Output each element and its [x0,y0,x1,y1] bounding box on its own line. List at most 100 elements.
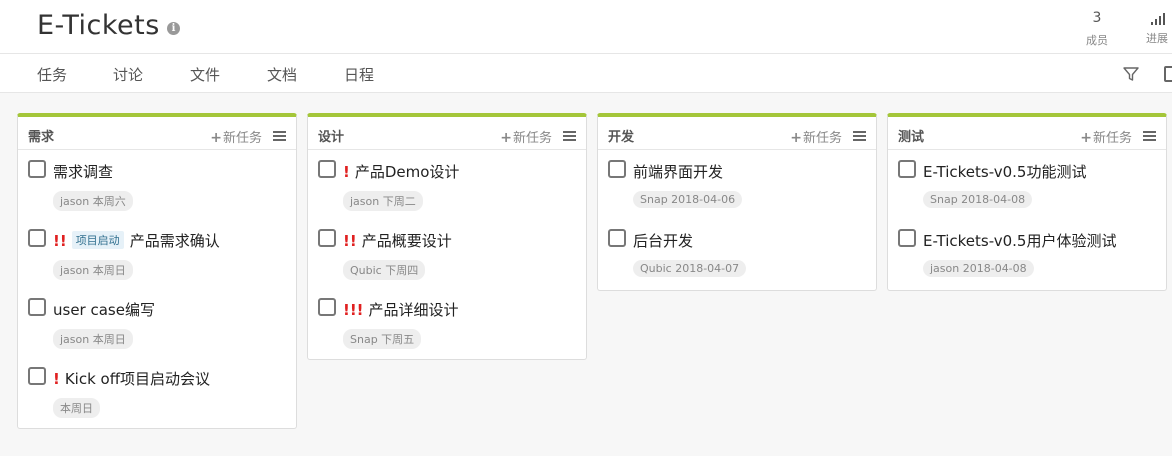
column-footer-spacer [598,288,876,290]
task-card[interactable]: E-Tickets-v0.5功能测试 Snap 2018-04-08 [888,150,1166,219]
project-title: E-Tickets [37,10,160,41]
priority-marker: !! [53,232,67,250]
plus-icon: + [500,130,512,146]
task-title-line[interactable]: !! 产品概要设计 [343,230,452,251]
task-meta: jason 2018-04-08 [923,260,1034,277]
column-menu-icon[interactable] [853,131,866,141]
task-checkbox[interactable] [28,298,46,316]
new-task-button[interactable]: +新任务 [790,127,842,146]
task-card[interactable]: !!! 产品详细设计 Snap 下周五 [308,288,586,357]
column-header: 测试 +新任务 [888,117,1166,150]
priority-marker: ! [53,370,60,388]
task-checkbox[interactable] [318,298,336,316]
column-title: 开发 [608,130,635,145]
task-card[interactable]: !! 产品概要设计 Qubic 下周四 [308,219,586,288]
task-title-line[interactable]: ! 产品Demo设计 [343,161,459,182]
new-task-label: 新任务 [222,131,262,146]
column-footer-spacer [18,426,296,428]
tab-tasks[interactable]: 任务 [37,64,67,85]
task-card[interactable]: 后台开发 Qubic 2018-04-07 [598,219,876,288]
task-checkbox[interactable] [318,160,336,178]
column-header: 需求 +新任务 [18,117,296,150]
plus-icon: + [790,130,802,146]
tab-documents[interactable]: 文档 [267,64,297,85]
members-count: 3 [1092,10,1102,26]
new-task-button[interactable]: +新任务 [1080,127,1132,146]
task-title-line[interactable]: E-Tickets-v0.5用户体验测试 [923,230,1116,251]
task-title: 产品概要设计 [361,232,452,250]
task-card[interactable]: !! 项目启动 产品需求确认 jason 本周日 [18,219,296,288]
task-card[interactable]: ! 产品Demo设计 jason 下周二 [308,150,586,219]
task-title-line[interactable]: ! Kick off项目启动会议 [53,368,210,389]
column-menu-icon[interactable] [273,131,286,141]
plus-icon: + [1080,130,1092,146]
task-checkbox[interactable] [28,229,46,247]
column-title: 设计 [318,130,345,145]
task-title: 前端界面开发 [633,163,724,181]
task-title-line[interactable]: E-Tickets-v0.5功能测试 [923,161,1086,182]
task-tag[interactable]: 项目启动 [71,231,124,249]
task-title: 后台开发 [633,232,694,250]
task-card[interactable]: 前端界面开发 Snap 2018-04-06 [598,150,876,219]
column-menu-icon[interactable] [563,131,576,141]
column-footer-spacer [308,357,586,359]
plus-icon: + [210,130,222,146]
task-title-line[interactable]: 后台开发 [633,230,693,251]
progress-label: 进展 [1146,32,1168,45]
task-meta: Qubic 2018-04-07 [633,260,747,277]
task-meta: jason 本周六 [53,191,133,211]
project-tabs: 任务 讨论 文件 文档 日程 [0,54,1172,93]
column-header: 设计 +新任务 [308,117,586,150]
task-title: 产品详细设计 [368,301,459,319]
task-checkbox[interactable] [608,229,626,247]
export-icon[interactable] [1164,66,1172,82]
new-task-label: 新任务 [1092,131,1132,146]
task-title-line[interactable]: !!! 产品详细设计 [343,299,459,320]
priority-marker: ! [343,163,350,181]
new-task-button[interactable]: +新任务 [500,127,552,146]
column-header: 开发 +新任务 [598,117,876,150]
task-card[interactable]: 需求调查 jason 本周六 [18,150,296,219]
task-title: Kick off项目启动会议 [64,370,211,388]
column-title: 测试 [898,130,925,145]
task-title: 需求调查 [53,163,114,181]
filter-icon[interactable] [1123,66,1139,82]
task-title-line[interactable]: user case编写 [53,299,155,320]
tab-files[interactable]: 文件 [190,64,220,85]
priority-marker: !! [343,232,357,250]
task-checkbox[interactable] [608,160,626,178]
task-card[interactable]: ! Kick off项目启动会议 本周日 [18,357,296,426]
members-stat[interactable]: 3 成员 [1072,9,1122,48]
task-title: user case编写 [53,301,155,319]
task-card[interactable]: E-Tickets-v0.5用户体验测试 jason 2018-04-08 [888,219,1166,288]
task-meta: jason 本周日 [53,260,133,280]
task-checkbox[interactable] [898,160,916,178]
task-title: E-Tickets-v0.5功能测试 [923,163,1087,181]
tab-discussion[interactable]: 讨论 [113,64,143,85]
task-meta: Snap 2018-04-06 [633,191,743,208]
task-checkbox[interactable] [318,229,336,247]
column-2: 开发 +新任务前端界面开发 Snap 2018-04-06 后台开发 Qubic 201… [597,113,877,291]
task-title-line[interactable]: !! 项目启动 产品需求确认 [53,230,220,251]
task-meta: 本周日 [53,398,100,418]
column-menu-icon[interactable] [1143,131,1156,141]
progress-stat[interactable]: 进展 [1132,9,1172,46]
tab-schedule[interactable]: 日程 [344,64,374,85]
task-title-line[interactable]: 前端界面开发 [633,161,723,182]
task-checkbox[interactable] [28,160,46,178]
column-footer-spacer [888,288,1166,290]
info-icon[interactable]: i [167,22,180,35]
task-checkbox[interactable] [28,367,46,385]
task-meta: Snap 下周五 [343,329,422,349]
column-1: 设计 +新任务! 产品Demo设计 jason 下周二!! 产品概要设计 Qubic 下周… [307,113,587,360]
column-title: 需求 [28,130,55,145]
column-0: 需求 +新任务需求调查 jason 本周六 !! 项目启动 产品需求确认 jason 本周日… [17,113,297,429]
task-checkbox[interactable] [898,229,916,247]
new-task-button[interactable]: +新任务 [210,127,262,146]
task-meta: jason 下周二 [343,191,423,211]
task-card[interactable]: user case编写 jason 本周日 [18,288,296,357]
task-title: 产品Demo设计 [354,163,460,181]
members-label: 成员 [1086,34,1108,47]
column-3: 测试 +新任务 E-Tickets-v0.5功能测试 Snap 2018-04-08 E… [887,113,1167,291]
task-title-line[interactable]: 需求调查 [53,161,113,182]
